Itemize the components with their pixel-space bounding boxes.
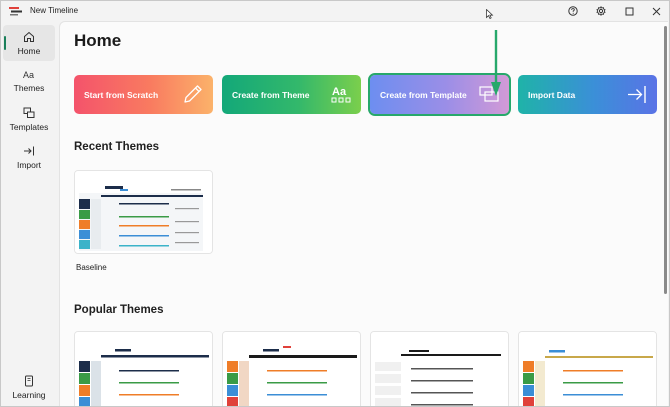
sidebar-item-label: Themes — [13, 82, 45, 93]
sidebar-item-import[interactable]: Import — [3, 139, 55, 175]
sidebar-item-themes[interactable]: Aa Themes — [3, 62, 55, 98]
action-card-label: Create from Template — [380, 89, 467, 100]
close-icon — [652, 7, 660, 15]
aa-grid-icon: Aa — [331, 86, 351, 103]
recent-themes-heading: Recent Themes — [74, 141, 160, 153]
title-bar: New Timeline — [1, 1, 669, 21]
popular-theme-card[interactable] — [518, 331, 657, 406]
font-aa-icon: Aa — [23, 70, 34, 80]
book-icon — [25, 375, 33, 386]
create-from-template-button[interactable]: Create from Template — [368, 73, 511, 116]
import-arrow-icon — [628, 86, 646, 103]
sidebar-item-home[interactable]: Home — [3, 25, 55, 61]
home-icon — [24, 31, 34, 42]
active-indicator — [4, 36, 6, 50]
svg-text:Aa: Aa — [332, 86, 347, 98]
gear-icon — [596, 6, 606, 16]
theme-thumbnail — [75, 171, 212, 253]
help-circle-icon — [568, 6, 578, 16]
mouse-cursor-icon — [486, 9, 494, 19]
popular-themes-heading: Popular Themes — [74, 304, 164, 316]
start-from-scratch-button[interactable]: Start from Scratch — [74, 75, 213, 114]
sidebar-item-templates[interactable]: Templates — [3, 101, 55, 137]
theme-thumbnail — [519, 332, 656, 406]
theme-thumbnail — [371, 332, 508, 406]
theme-thumbnail — [75, 332, 212, 406]
popular-theme-card[interactable] — [370, 331, 509, 406]
create-from-theme-button[interactable]: Create from Theme Aa — [222, 75, 361, 114]
window-title: New Timeline — [30, 6, 79, 15]
help-button[interactable] — [565, 3, 581, 19]
settings-button[interactable] — [593, 3, 609, 19]
pencil-icon — [184, 85, 202, 103]
annotation-arrow-icon — [491, 30, 501, 96]
sidebar-item-label: Learning — [12, 389, 46, 400]
sidebar-item-label: Home — [17, 45, 41, 56]
page-title: Home — [74, 31, 122, 50]
action-card-label: Import Data — [528, 89, 576, 100]
sidebar-item-label: Import — [16, 159, 42, 170]
main-content: Home Start from Scratch Create from Them… — [59, 21, 668, 406]
popular-theme-card[interactable] — [222, 331, 361, 406]
theme-caption: Baseline — [76, 263, 107, 272]
app-window: New Timeline Home Aa Themes Templates Im… — [0, 0, 670, 407]
close-button[interactable] — [648, 3, 664, 19]
app-logo-icon — [9, 7, 22, 16]
import-data-button[interactable]: Import Data — [518, 75, 657, 114]
vertical-scrollbar[interactable] — [664, 26, 667, 294]
import-icon — [24, 146, 34, 155]
theme-thumbnail — [223, 332, 360, 406]
sidebar-item-label: Templates — [9, 121, 49, 132]
action-card-label: Create from Theme — [232, 89, 310, 100]
svg-text:Aa: Aa — [23, 70, 34, 80]
popular-theme-card[interactable] — [74, 331, 213, 406]
maximize-icon — [625, 7, 633, 15]
theme-card-baseline[interactable] — [74, 170, 213, 254]
templates-icon — [23, 107, 35, 118]
maximize-button[interactable] — [621, 3, 637, 19]
sidebar-item-learning[interactable]: Learning — [3, 369, 55, 405]
action-card-label: Start from Scratch — [84, 89, 159, 100]
sidebar: Home Aa Themes Templates Import Learning — [1, 21, 59, 406]
